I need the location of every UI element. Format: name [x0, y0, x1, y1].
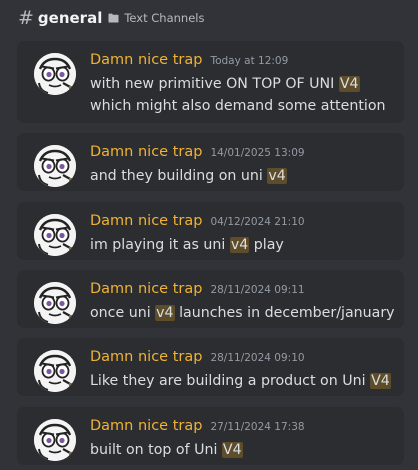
author-name[interactable]: Damn nice trap: [90, 52, 202, 68]
user-avatar-icon[interactable]: [34, 145, 76, 187]
search-highlight: V4: [221, 442, 243, 458]
user-avatar-icon[interactable]: [34, 282, 76, 324]
message-text-segment: and they building on uni: [90, 168, 268, 184]
search-highlight: v4: [155, 305, 175, 321]
search-result-card[interactable]: Damn nice trap 14/01/2025 13:09 and they b…: [17, 133, 404, 191]
message-text-segment: Like they are building a product on Uni: [90, 373, 371, 389]
message-timestamp: 14/01/2025 13:09: [210, 147, 305, 159]
channel-header: # general Text Channels: [0, 0, 418, 36]
search-highlight: v4: [229, 237, 250, 253]
message-text-segment: built on top of Uni: [90, 442, 222, 458]
message-text-segment: which might also demand some attention: [90, 98, 386, 114]
search-result-card[interactable]: Damn nice trap 04/12/2024 21:10 im playing…: [17, 202, 404, 260]
message-timestamp: 28/11/2024 09:10: [210, 352, 305, 364]
channel-name[interactable]: general: [38, 9, 102, 27]
user-avatar-icon[interactable]: [34, 350, 76, 392]
message-text: with new primitive ON TOP OF UNI V4: [90, 73, 398, 95]
folder-icon: [108, 13, 119, 23]
search-results-panel: # general Text Channels Damn nice trap To…: [0, 0, 418, 470]
message-text-segment: launches in december/january: [174, 305, 395, 321]
message-timestamp: 27/11/2024 17:38: [210, 421, 305, 433]
message-text-segment: im playing it as uni: [90, 237, 230, 253]
category-name: Text Channels: [124, 11, 205, 25]
message-text: built on top of Uni V4: [90, 439, 398, 461]
hash-icon: #: [18, 6, 34, 29]
message-meta: Damn nice trap 28/11/2024 09:10: [90, 349, 398, 370]
message-text: which might also demand some attention: [90, 95, 398, 117]
message-meta: Damn nice trap Today at 12:09: [90, 52, 398, 73]
message-meta: Damn nice trap 28/11/2024 09:11: [90, 281, 398, 302]
search-highlight: V4: [338, 76, 360, 92]
message-content: Damn nice trap 14/01/2025 13:09 and they b…: [90, 144, 398, 187]
message-text-segment: with new primitive ON TOP OF UNI: [90, 76, 339, 92]
search-result-card[interactable]: Damn nice trap 28/11/2024 09:11 once uni v…: [17, 270, 404, 328]
message-timestamp: 04/12/2024 21:10: [210, 216, 305, 228]
message-content: Damn nice trap 28/11/2024 09:11 once uni v…: [90, 281, 398, 324]
search-result-card[interactable]: Damn nice trap 27/11/2024 17:38 built on t…: [17, 407, 404, 465]
message-text: Like they are building a product on Uni …: [90, 370, 398, 392]
message-text-segment: once uni: [90, 305, 156, 321]
message-meta: Damn nice trap 14/01/2025 13:09: [90, 144, 398, 165]
message-timestamp: 28/11/2024 09:11: [210, 284, 305, 296]
message-text: once uni v4 launches in december/january: [90, 302, 398, 324]
message-text: im playing it as uni v4 play: [90, 234, 398, 256]
user-avatar-icon[interactable]: [34, 419, 76, 461]
author-name[interactable]: Damn nice trap: [90, 281, 202, 297]
search-highlight: v4: [267, 168, 287, 184]
search-highlight: V4: [370, 373, 391, 389]
message-timestamp: Today at 12:09: [210, 55, 289, 67]
user-avatar-icon[interactable]: [34, 214, 76, 256]
message-text-segment: play: [249, 237, 284, 253]
author-name[interactable]: Damn nice trap: [90, 349, 202, 365]
message-text: and they building on uni v4: [90, 165, 398, 187]
message-meta: Damn nice trap 27/11/2024 17:38: [90, 418, 398, 439]
message-content: Damn nice trap 28/11/2024 09:10 Like they …: [90, 349, 398, 392]
author-name[interactable]: Damn nice trap: [90, 144, 202, 160]
author-name[interactable]: Damn nice trap: [90, 213, 202, 229]
message-meta: Damn nice trap 04/12/2024 21:10: [90, 213, 398, 234]
message-content: Damn nice trap 27/11/2024 17:38 built on t…: [90, 418, 398, 461]
message-content: Damn nice trap Today at 12:09 with new pri…: [90, 52, 398, 117]
message-content: Damn nice trap 04/12/2024 21:10 im playing…: [90, 213, 398, 256]
search-result-card[interactable]: Damn nice trap 28/11/2024 09:10 Like they …: [17, 338, 404, 396]
user-avatar-icon[interactable]: [34, 53, 76, 95]
author-name[interactable]: Damn nice trap: [90, 418, 202, 434]
search-result-card[interactable]: Damn nice trap Today at 12:09 with new pri…: [17, 41, 404, 123]
